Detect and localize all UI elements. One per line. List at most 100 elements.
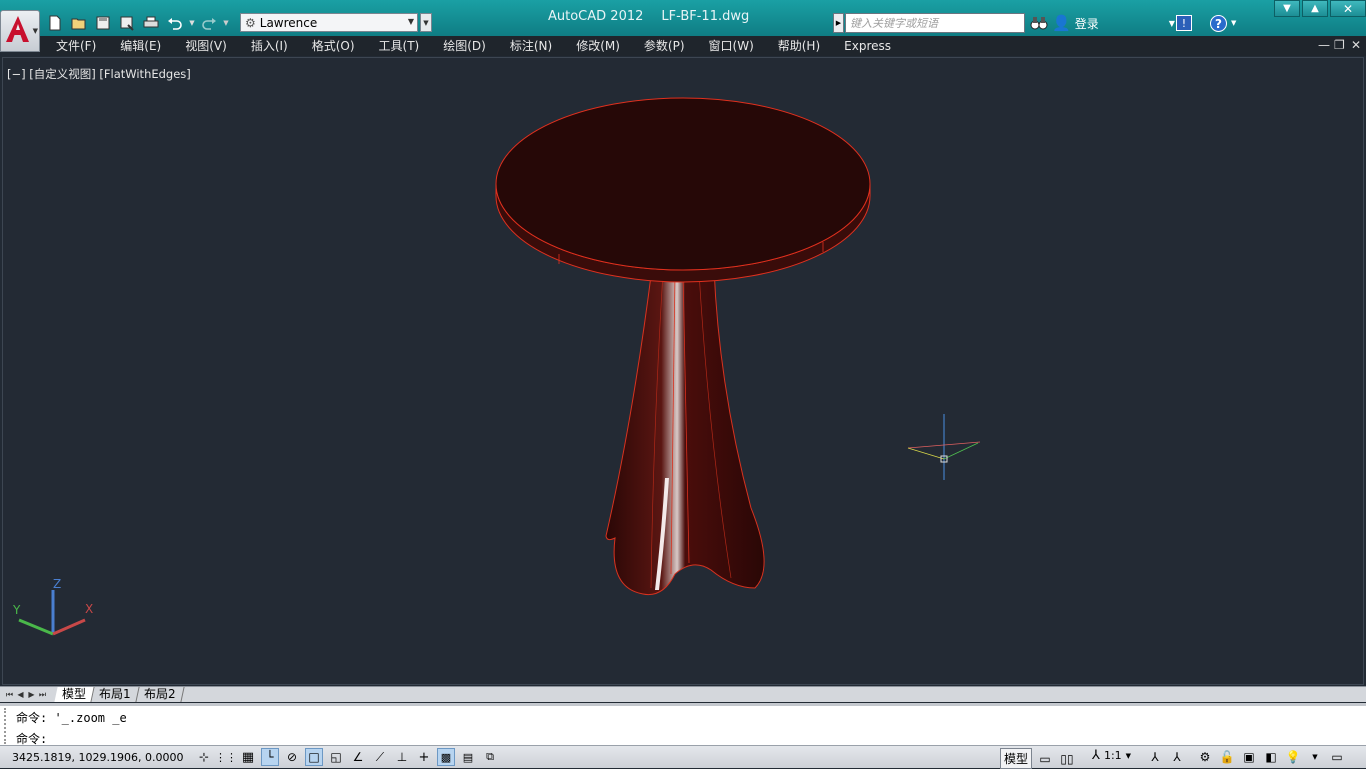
save-as-button[interactable] <box>116 13 138 33</box>
application-menu-button[interactable]: ▼ <box>0 10 40 52</box>
grid-toggle[interactable]: ▦ <box>239 748 257 766</box>
minimize-button[interactable]: ▼ <box>1274 0 1300 17</box>
doc-restore-button[interactable]: ❐ <box>1334 38 1345 52</box>
chevron-down-icon: ▼ <box>1312 753 1318 761</box>
customize-qat-button[interactable]: ▼ <box>420 13 432 32</box>
hardware-acceleration-button[interactable]: ▣ <box>1240 748 1258 766</box>
doc-close-button[interactable]: ✕ <box>1351 38 1361 52</box>
save-button[interactable] <box>92 13 114 33</box>
menu-express[interactable]: Express <box>832 36 903 56</box>
crosshair-cursor <box>907 414 981 480</box>
snap-mode-toggle[interactable]: ⋮⋮ <box>215 748 237 766</box>
dyn-icon: ⊥ <box>396 750 408 764</box>
menu-window[interactable]: 窗口(W) <box>697 36 766 56</box>
menu-draw[interactable]: 绘图(D) <box>431 36 498 56</box>
menu-edit[interactable]: 编辑(E) <box>108 36 173 56</box>
quick-view-drawings-button[interactable]: ▯▯ <box>1058 750 1076 768</box>
annotation-scale-value: 1:1 <box>1103 749 1122 762</box>
lightbulb-button[interactable]: 💡 <box>1284 748 1302 766</box>
tab-model[interactable]: 模型 <box>54 687 95 702</box>
annotation-scale-control[interactable]: ⅄ 1:1 ▼ <box>1092 748 1131 763</box>
doc-minimize-button[interactable]: — <box>1318 38 1330 52</box>
infer-constraints-toggle[interactable]: ⊹ <box>195 748 213 766</box>
menu-view[interactable]: 视图(V) <box>173 36 239 56</box>
new-button[interactable] <box>44 13 66 33</box>
menu-tools[interactable]: 工具(T) <box>367 36 432 56</box>
otrack-toggle[interactable]: ∠ <box>349 748 367 766</box>
workspace-switching-button[interactable]: ⚙ <box>1196 748 1214 766</box>
menu-bar: 文件(F) 编辑(E) 视图(V) 插入(I) 格式(O) 工具(T) 绘图(D… <box>40 36 1366 56</box>
window-title: AutoCAD 2012 LF-BF-11.dwg <box>548 9 749 24</box>
login-button[interactable]: 👤 登录 ▼ <box>1052 12 1175 34</box>
clean-screen-button[interactable]: ▭ <box>1328 748 1346 766</box>
chevron-down-icon: ▼ <box>32 27 38 35</box>
menu-help[interactable]: 帮助(H) <box>766 36 832 56</box>
plot-button[interactable] <box>140 13 162 33</box>
maximize-button[interactable]: ▲ <box>1302 0 1328 17</box>
osnap-toggle[interactable]: □ <box>305 748 323 766</box>
polar-toggle[interactable]: ⊘ <box>283 748 301 766</box>
chevron-down-icon: ▼ <box>1168 18 1175 28</box>
undo-icon <box>168 18 182 30</box>
quick-view-layouts-button[interactable]: ▭ <box>1036 750 1054 768</box>
exchange-button[interactable]: ! <box>1176 12 1192 34</box>
undo-dropdown[interactable]: ▼ <box>188 13 196 33</box>
menu-modify[interactable]: 修改(M) <box>564 36 632 56</box>
menu-parametric[interactable]: 参数(P) <box>632 36 697 56</box>
ducs-toggle[interactable]: ⟋ <box>371 748 389 766</box>
exchange-icon: ! <box>1176 15 1192 31</box>
binoculars-button[interactable] <box>1030 12 1048 34</box>
dyn-toggle[interactable]: ⊥ <box>393 748 411 766</box>
tab-model-label: 模型 <box>62 687 87 701</box>
drawings-view-icon: ▯▯ <box>1060 751 1074 766</box>
selection-cycling-toggle[interactable]: ⧉ <box>481 748 499 766</box>
isolate-icon: ◧ <box>1265 750 1277 764</box>
lock-ui-button[interactable]: 🔓 <box>1218 748 1236 766</box>
save-icon <box>96 16 110 30</box>
gear-icon: ⚙ <box>1199 750 1211 764</box>
command-window[interactable]: 命令: '_.zoom _e 命令: <box>0 703 1366 746</box>
binoculars-icon <box>1030 17 1048 30</box>
close-button[interactable]: ✕ <box>1330 0 1366 17</box>
open-button[interactable] <box>68 13 90 33</box>
undo-button[interactable] <box>164 13 186 33</box>
search-expand-button[interactable]: ▶ <box>833 13 844 33</box>
quick-properties-toggle[interactable]: ▤ <box>459 748 477 766</box>
transparency-icon: ▩ <box>440 750 452 764</box>
prev-tab-button[interactable]: ◀ <box>15 689 26 701</box>
model-space-controls: 模型 ▭ ▯▯ <box>1000 748 1076 769</box>
coordinate-readout[interactable]: 3425.1819, 1029.1906, 0.0000 <box>12 751 183 764</box>
next-tab-button[interactable]: ▶ <box>26 689 37 701</box>
redo-button[interactable] <box>198 13 220 33</box>
workspace-select[interactable]: ⚙ Lawrence ▼ <box>240 13 418 32</box>
status-menu-button[interactable]: ▼ <box>1306 748 1324 766</box>
gear-icon: ⚙ <box>245 15 256 30</box>
help-button[interactable]: ? ▼ <box>1210 12 1236 34</box>
search-input[interactable] <box>845 13 1025 33</box>
last-tab-button[interactable]: ⏭ <box>37 689 48 701</box>
transparency-toggle[interactable]: ▩ <box>437 748 455 766</box>
auto-scale-button[interactable]: ⅄ <box>1168 748 1186 766</box>
file-name: LF-BF-11.dwg <box>661 9 750 24</box>
redo-dropdown[interactable]: ▼ <box>222 13 230 33</box>
menu-dimension[interactable]: 标注(N) <box>498 36 564 56</box>
drawing-viewport[interactable]: [−] [自定义视图] [FlatWithEdges] Z Y X <box>2 57 1364 685</box>
annotation-visibility-button[interactable]: ⅄ <box>1146 748 1164 766</box>
menu-insert[interactable]: 插入(I) <box>239 36 300 56</box>
table-3d-model[interactable] <box>495 97 871 596</box>
open-folder-icon <box>71 18 86 30</box>
ortho-toggle[interactable]: └ <box>261 748 279 766</box>
first-tab-button[interactable]: ⏮ <box>4 689 15 701</box>
lineweight-toggle[interactable]: + <box>415 748 433 766</box>
menu-file[interactable]: 文件(F) <box>44 36 108 56</box>
status-bar: 3425.1819, 1029.1906, 0.0000 ⊹ ⋮⋮ ▦ └ ⊘ … <box>0 745 1366 769</box>
command-window-grip[interactable] <box>4 708 12 744</box>
polar-icon: ⊘ <box>286 750 298 764</box>
model-space-button[interactable]: 模型 <box>1000 748 1033 769</box>
title-bar: ▼ ▼ ⚙ Lawrence ▼ ▼ AutoCAD 2012 LF-BF-11… <box>0 0 1366 36</box>
tab-layout2[interactable]: 布局2 <box>136 687 184 702</box>
menu-format[interactable]: 格式(O) <box>300 36 367 56</box>
tab-layout1[interactable]: 布局1 <box>91 687 140 702</box>
3d-osnap-toggle[interactable]: ◱ <box>327 748 345 766</box>
isolate-objects-button[interactable]: ◧ <box>1262 748 1280 766</box>
